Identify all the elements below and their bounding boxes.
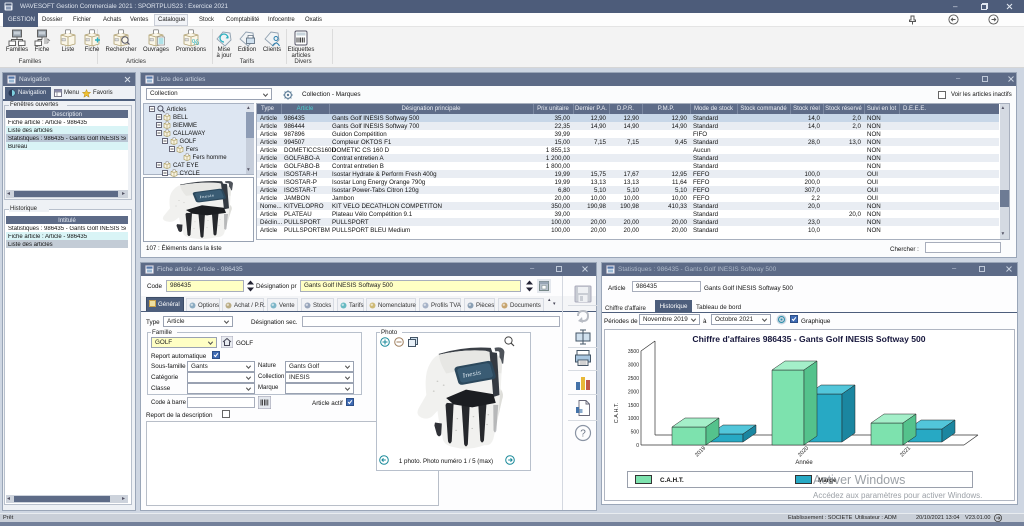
- svg-text:?: ?: [580, 429, 586, 440]
- svg-text:Année: Année: [795, 460, 813, 466]
- svg-text:%: %: [192, 38, 199, 47]
- svg-text:2021: 2021: [899, 446, 912, 459]
- svg-text:2019: 2019: [694, 446, 707, 459]
- svg-text:2020: 2020: [797, 446, 810, 459]
